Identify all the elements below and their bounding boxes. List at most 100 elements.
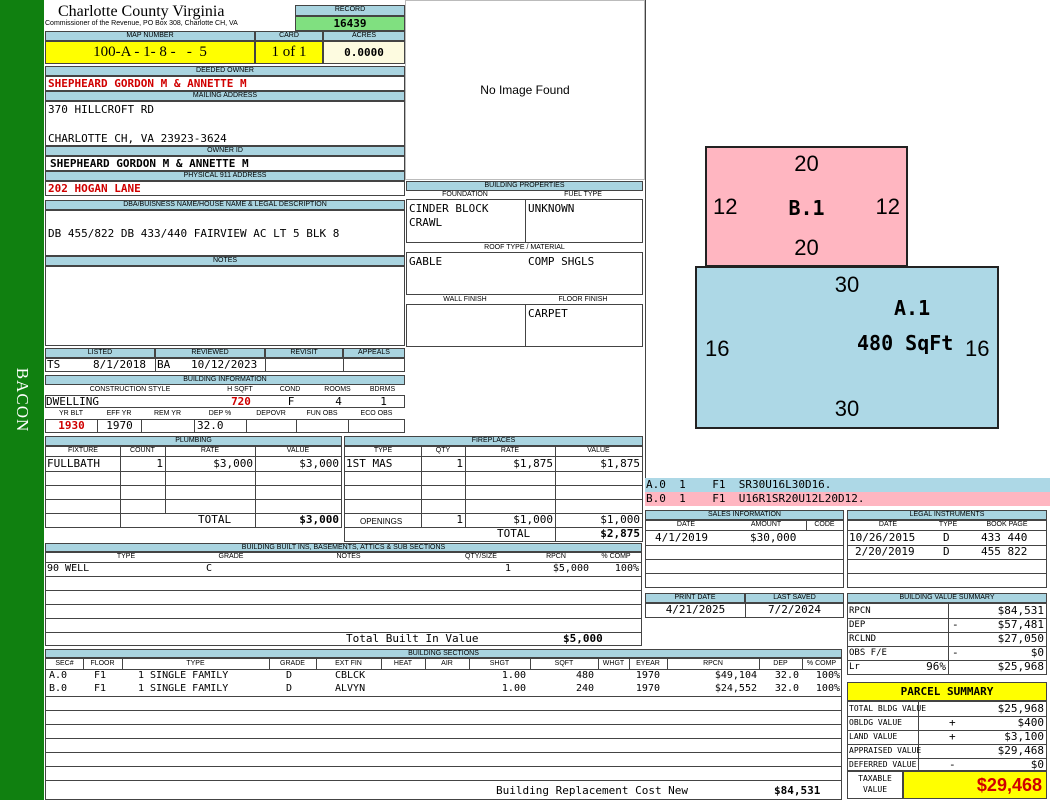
mailing-address-box: 370 HILLCROFT RD CHARLOTTE CH, VA 23923-…: [45, 101, 405, 146]
fuel-type: UNKNOWN: [528, 202, 575, 215]
funobs-header: FUN OBS: [306, 410, 338, 417]
legal-instruments-table: DATE TYPE BOOK PAGE 10/26/2015 D 433 440…: [847, 520, 1047, 588]
parcel-summary-title: PARCEL SUMMARY: [847, 682, 1047, 701]
vs-rclnd-label: RCLND: [849, 634, 877, 644]
sales-date-header: DATE: [676, 521, 696, 528]
mailing-line-1: 370 HILLCROFT RD: [48, 103, 154, 116]
building-info-row-2: 1930 1970 32.0: [45, 419, 405, 433]
ps-land-value: $3,100: [1004, 730, 1044, 743]
fireplace-rate: $1,875: [513, 457, 553, 470]
cond-header: COND: [279, 386, 301, 393]
openings-label: OPENINGS: [360, 517, 403, 526]
ecoobs-header: ECO OBS: [360, 410, 393, 417]
map-number-header: MAP NUMBER: [45, 31, 255, 41]
sketch-line-b: B.0 1 F1 U16R1SR20U12L20D12.: [645, 492, 1050, 506]
acres-header: ACRES: [323, 31, 405, 41]
section-a-shgt: 1.00: [501, 670, 526, 681]
plumbing-rate: $3,000: [213, 457, 253, 470]
listing-row: TS 8/1/2018 BA 10/12/2023: [45, 358, 405, 372]
acres-value: 0.0000: [323, 41, 405, 64]
deeded-owner: SHEPHEARD GORDON M & ANNETTE M: [48, 77, 247, 90]
sec-dep-header: DEP: [773, 660, 788, 667]
sidebar-text: BACON: [13, 367, 32, 433]
eyear-header: EYEAR: [636, 660, 660, 667]
sidebar: BACON: [0, 0, 44, 800]
foundation-header: FOUNDATION: [442, 191, 488, 198]
sketch-line-a-text: A.0 1 F1 SR30U16L30D16.: [646, 478, 832, 491]
fp-type-header: TYPE: [373, 447, 393, 454]
appeals-header: APPEALS: [343, 348, 405, 358]
vs-dep-value: $57,481: [997, 618, 1044, 631]
section-b-eyear: 1970: [635, 683, 660, 694]
ps-total-bldg-label: TOTAL BLDG VALUE: [849, 704, 927, 713]
shgt-header: SHGT: [489, 660, 510, 667]
bi-rpcn-header: RPCN: [546, 553, 566, 560]
plumbing-header: PLUMBING: [45, 436, 342, 446]
building-info-row-1: DWELLING 720 F 4 1: [45, 395, 405, 408]
fuel-type-header: FUEL TYPE: [564, 191, 602, 198]
revisit-header: REVISIT: [265, 348, 343, 358]
li-type-2: D: [943, 545, 950, 558]
depovr-header: DEPOVR: [256, 410, 286, 417]
section-b1: 20 12 12 B.1 20: [705, 146, 908, 267]
roof-material: COMP SHGLS: [528, 255, 595, 268]
vs-lr-pct: 96%: [926, 660, 946, 673]
ps-obldg-label: OBLDG VALUE: [849, 718, 902, 727]
a1-area: 480 SqFt: [857, 331, 954, 355]
print-date-header: PRINT DATE: [645, 593, 745, 603]
bi-grade: C: [206, 563, 213, 574]
li-type-1: D: [943, 531, 950, 544]
taxable-label-box: TAXABLE VALUE: [847, 771, 903, 799]
value-summary-header: BUILDING VALUE SUMMARY: [847, 593, 1047, 603]
section-b-sec: B.0: [49, 683, 68, 694]
plumbing-table: FIXTURE COUNT RATE VALUE FULLBATH 1 $3,0…: [45, 446, 342, 528]
bi-qty-header: QTY/SIZE: [465, 553, 497, 560]
county-title: Charlotte County Virginia: [58, 3, 225, 20]
foundation-1: CINDER BLOCK: [409, 202, 489, 215]
bi-total-label: Total Built In Value: [346, 632, 479, 645]
remyr-header: REM YR: [153, 410, 182, 417]
plumbing-total: $3,000: [299, 513, 339, 526]
sales-amount-header: AMOUNT: [750, 521, 782, 528]
section-a-type: 1 SINGLE FAMILY: [138, 670, 229, 681]
card-header: CARD: [255, 31, 323, 41]
openings-qty: 1: [456, 513, 463, 526]
openings-rate: $1,000: [513, 513, 553, 526]
foundation-fuel-box: CINDER BLOCK CRAWL UNKNOWN: [406, 199, 643, 243]
rooms-value: 4: [335, 395, 342, 408]
parcel-summary-table: TOTAL BLDG VALUE $25,968 OBLDG VALUE + $…: [847, 701, 1047, 771]
section-b-type: 1 SINGLE FAMILY: [138, 683, 229, 694]
listed-by: TS: [47, 358, 61, 371]
rooms-header: ROOMS: [324, 386, 351, 393]
a1-left-dim: 16: [705, 336, 730, 361]
ps-appraised-label: APPRAISED VALUE: [849, 746, 922, 755]
print-date: 4/21/2025: [665, 603, 726, 616]
a1-label: A.1: [894, 296, 931, 320]
vs-dep-label: DEP: [849, 620, 866, 630]
bdrms-value: 1: [380, 395, 387, 408]
b1-bottom-dim: 20: [794, 235, 819, 260]
built-ins-table: TYPE GRADE NOTES QTY/SIZE RPCN % COMP 90…: [45, 552, 642, 646]
sketch-area: 20 12 12 B.1 20 30 A.1 16 480 SqFt 16 30: [645, 0, 1050, 478]
fireplaces-total-label: TOTAL: [497, 527, 531, 540]
sale-date: 4/1/2019: [655, 531, 708, 544]
ps-deferred-value: $0: [1030, 758, 1044, 771]
section-a-grade: D: [286, 670, 293, 681]
plumbing-fixture: FULLBATH: [47, 457, 100, 470]
vs-rpcn-value: $84,531: [997, 604, 1044, 617]
section-b-comp: 100%: [815, 683, 840, 694]
listed-header: LISTED: [45, 348, 155, 358]
vs-obs-label: OBS F/E: [849, 648, 887, 658]
construction-style: DWELLING: [46, 395, 99, 408]
wall-floor-box: CARPET: [406, 304, 643, 347]
vs-lr-label: Lr: [849, 662, 860, 672]
taxable-label-2: VALUE: [862, 785, 888, 794]
vs-obs-value: $0: [1030, 646, 1044, 659]
owner-id-header: OWNER ID: [45, 146, 405, 156]
fp-qty-header: QTY: [435, 447, 451, 454]
yrblt-value: 1930: [58, 419, 85, 432]
building-info-header: BUILDING INFORMATION: [45, 375, 405, 385]
taxable-value-box: $29,468: [903, 771, 1047, 799]
notes-header: NOTES: [45, 256, 405, 266]
owner-id-box: SHEPHEARD GORDON M & ANNETTE M: [45, 156, 405, 171]
